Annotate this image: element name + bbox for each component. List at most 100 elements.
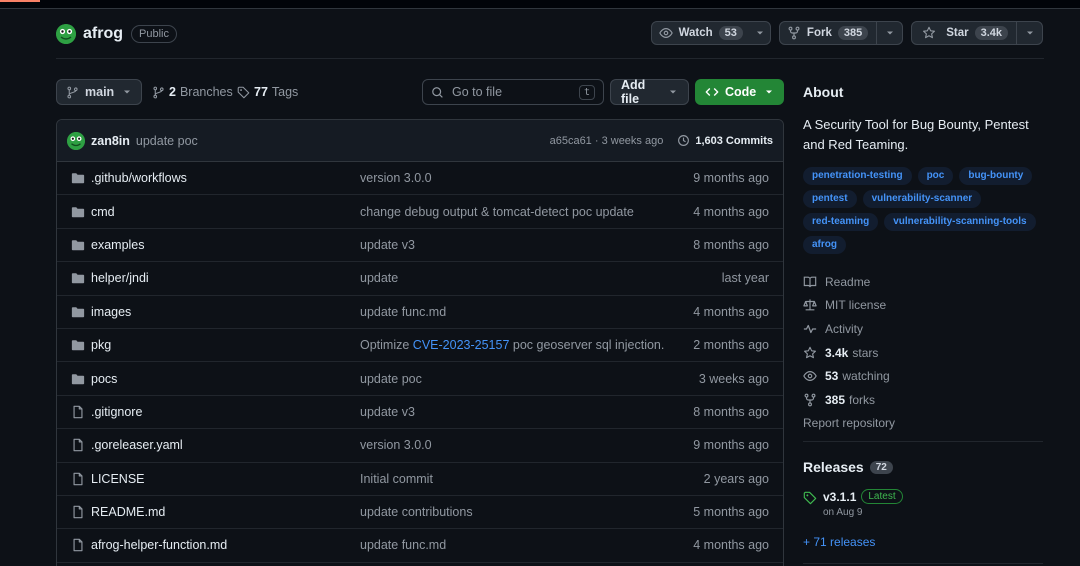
commit-message-link[interactable]: update poc — [360, 372, 422, 386]
watchers-link[interactable]: 53 watching — [803, 364, 1043, 388]
releases-heading-link[interactable]: Releases 72 — [803, 459, 893, 475]
commit-message-link[interactable]: update — [360, 271, 398, 285]
license-link[interactable]: MIT license — [803, 294, 1043, 318]
add-file-button[interactable]: Add file — [610, 78, 689, 106]
table-row[interactable]: images update func.md 4 months ago — [57, 296, 783, 329]
fork-button[interactable]: Fork 385 — [780, 22, 876, 44]
branches-link[interactable]: 2 Branches — [152, 79, 233, 105]
go-to-file-input[interactable]: Go to file t — [422, 79, 604, 105]
topic-tag[interactable]: pentest — [803, 190, 857, 208]
watch-button[interactable]: Watch 53 — [652, 22, 750, 44]
table-row[interactable]: .github/workflows version 3.0.0 9 months a… — [57, 162, 783, 196]
table-row[interactable]: afrog-helper-function.md update func.md 4 … — [57, 529, 783, 563]
file-name-link[interactable]: helper/jndi — [91, 271, 149, 285]
search-icon — [431, 86, 444, 99]
commit-message-link[interactable]: Initial commit — [360, 472, 433, 486]
cve-link[interactable]: CVE-2023-25157 — [413, 338, 510, 352]
tags-label: Tags — [271, 85, 299, 99]
eye-icon — [803, 369, 817, 383]
commit-time: 5 months ago — [693, 505, 769, 520]
table-row[interactable]: .goreleaser.yaml version 3.0.0 9 months ag… — [57, 429, 783, 463]
commit-message-link[interactable]: update poc — [136, 134, 198, 148]
commit-message-link[interactable]: update v3 — [360, 238, 415, 252]
table-row[interactable]: README.md update contributions 5 months ag… — [57, 496, 783, 530]
top-nav-strip — [0, 0, 1080, 9]
tags-link[interactable]: 77 Tags — [237, 79, 298, 105]
fork-count: 385 — [837, 26, 869, 40]
branch-name: main — [85, 85, 115, 99]
branch-selector-button[interactable]: main — [56, 79, 142, 105]
avatar[interactable] — [67, 131, 85, 150]
commit-message-link[interactable]: Optimize CVE-2023-25157 poc geoserver sq… — [360, 338, 664, 352]
file-name-link[interactable]: examples — [91, 238, 145, 252]
table-row[interactable]: cmd change debug output & tomcat-detect p… — [57, 195, 783, 229]
latest-release-link[interactable]: v3.1.1 Latest on Aug 9 — [803, 489, 903, 518]
commit-author-link[interactable]: zan8in — [91, 134, 130, 148]
file-name-link[interactable]: README.md — [91, 505, 165, 519]
star-label: Star — [946, 27, 969, 39]
stars-link[interactable]: 3.4k stars — [803, 341, 1043, 365]
commit-message-link[interactable]: update v3 — [360, 405, 415, 419]
commit-message-link[interactable]: version 3.0.0 — [360, 171, 432, 185]
star-dropdown-button[interactable] — [1016, 22, 1042, 44]
table-row[interactable]: pkg Optimize CVE-2023-25157 poc geoserver… — [57, 329, 783, 363]
file-name-link[interactable]: pkg — [91, 338, 111, 352]
topic-tag[interactable]: poc — [917, 167, 954, 185]
watch-dropdown-button[interactable] — [750, 22, 770, 44]
topic-tag[interactable]: afrog — [803, 236, 846, 254]
code-button[interactable]: Code — [695, 79, 784, 105]
repo-avatar[interactable] — [56, 24, 76, 44]
file-name-link[interactable]: afrog-helper-function.md — [91, 538, 227, 552]
activity-link[interactable]: Activity — [803, 317, 1043, 341]
keyboard-shortcut-hint: t — [578, 84, 595, 100]
forks-link[interactable]: 385 forks — [803, 388, 1043, 412]
commit-message-link[interactable]: update func.md — [360, 305, 446, 319]
topic-list: penetration-testing poc bug-bounty pentest v… — [803, 167, 1043, 254]
commits-link[interactable]: 1,603 Commits — [677, 134, 773, 147]
file-name-link[interactable]: pocs — [91, 372, 117, 386]
folder-icon — [71, 271, 85, 285]
more-releases-link[interactable]: + 71 releases — [803, 535, 875, 549]
file-list: .github/workflows version 3.0.0 9 months a… — [57, 162, 783, 563]
table-row[interactable]: examples update v3 8 months ago — [57, 229, 783, 263]
commit-message-link[interactable]: change debug output & tomcat-detect poc … — [360, 205, 634, 219]
star-icon — [922, 26, 936, 40]
commit-message-link[interactable]: update func.md — [360, 538, 446, 552]
file-name-link[interactable]: LICENSE — [91, 472, 145, 486]
table-row[interactable]: pocs update poc 3 weeks ago — [57, 362, 783, 396]
star-button[interactable]: Star 3.4k — [912, 22, 1016, 44]
commit-message-link[interactable]: version 3.0.0 — [360, 438, 432, 452]
topic-tag[interactable]: bug-bounty — [959, 167, 1033, 185]
readme-link[interactable]: Readme — [803, 270, 1043, 294]
star-icon — [803, 346, 817, 360]
about-links: Readme MIT license Activity 3.4k stars 5… — [803, 270, 1043, 435]
branches-count: 2 — [169, 85, 176, 99]
file-name-link[interactable]: images — [91, 305, 131, 319]
file-name-link[interactable]: .goreleaser.yaml — [91, 438, 183, 452]
chevron-down-icon — [885, 28, 895, 38]
stars-label: stars — [852, 345, 879, 360]
file-name-link[interactable]: cmd — [91, 205, 115, 219]
file-name-link[interactable]: .gitignore — [91, 405, 142, 419]
topic-tag[interactable]: red-teaming — [803, 213, 879, 231]
commit-message-link[interactable]: update contributions — [360, 505, 473, 519]
about-heading: About — [803, 84, 844, 100]
topic-tag[interactable]: vulnerability-scanning-tools — [884, 213, 1036, 231]
releases-title: Releases — [803, 459, 864, 475]
fork-dropdown-button[interactable] — [876, 22, 902, 44]
report-repository-link[interactable]: Report repository — [803, 412, 1043, 436]
commit-time: 8 months ago — [693, 237, 769, 252]
table-row[interactable]: helper/jndi update last year — [57, 262, 783, 296]
table-row[interactable]: LICENSE Initial commit 2 years ago — [57, 463, 783, 496]
release-version: v3.1.1 — [823, 489, 857, 504]
commit-message-text: Optimize — [360, 338, 413, 353]
topic-tag[interactable]: vulnerability-scanner — [862, 190, 982, 208]
topic-tag[interactable]: penetration-testing — [803, 167, 912, 185]
commit-hash-time[interactable]: a65ca61 · 3 weeks ago — [550, 135, 664, 147]
table-row[interactable]: .gitignore update v3 8 months ago — [57, 396, 783, 430]
file-name-link[interactable]: .github/workflows — [91, 171, 187, 185]
watching-count: 53 — [825, 369, 839, 384]
repo-name-link[interactable]: afrog — [83, 25, 123, 43]
chevron-down-icon — [755, 28, 765, 38]
code-label: Code — [725, 85, 757, 99]
